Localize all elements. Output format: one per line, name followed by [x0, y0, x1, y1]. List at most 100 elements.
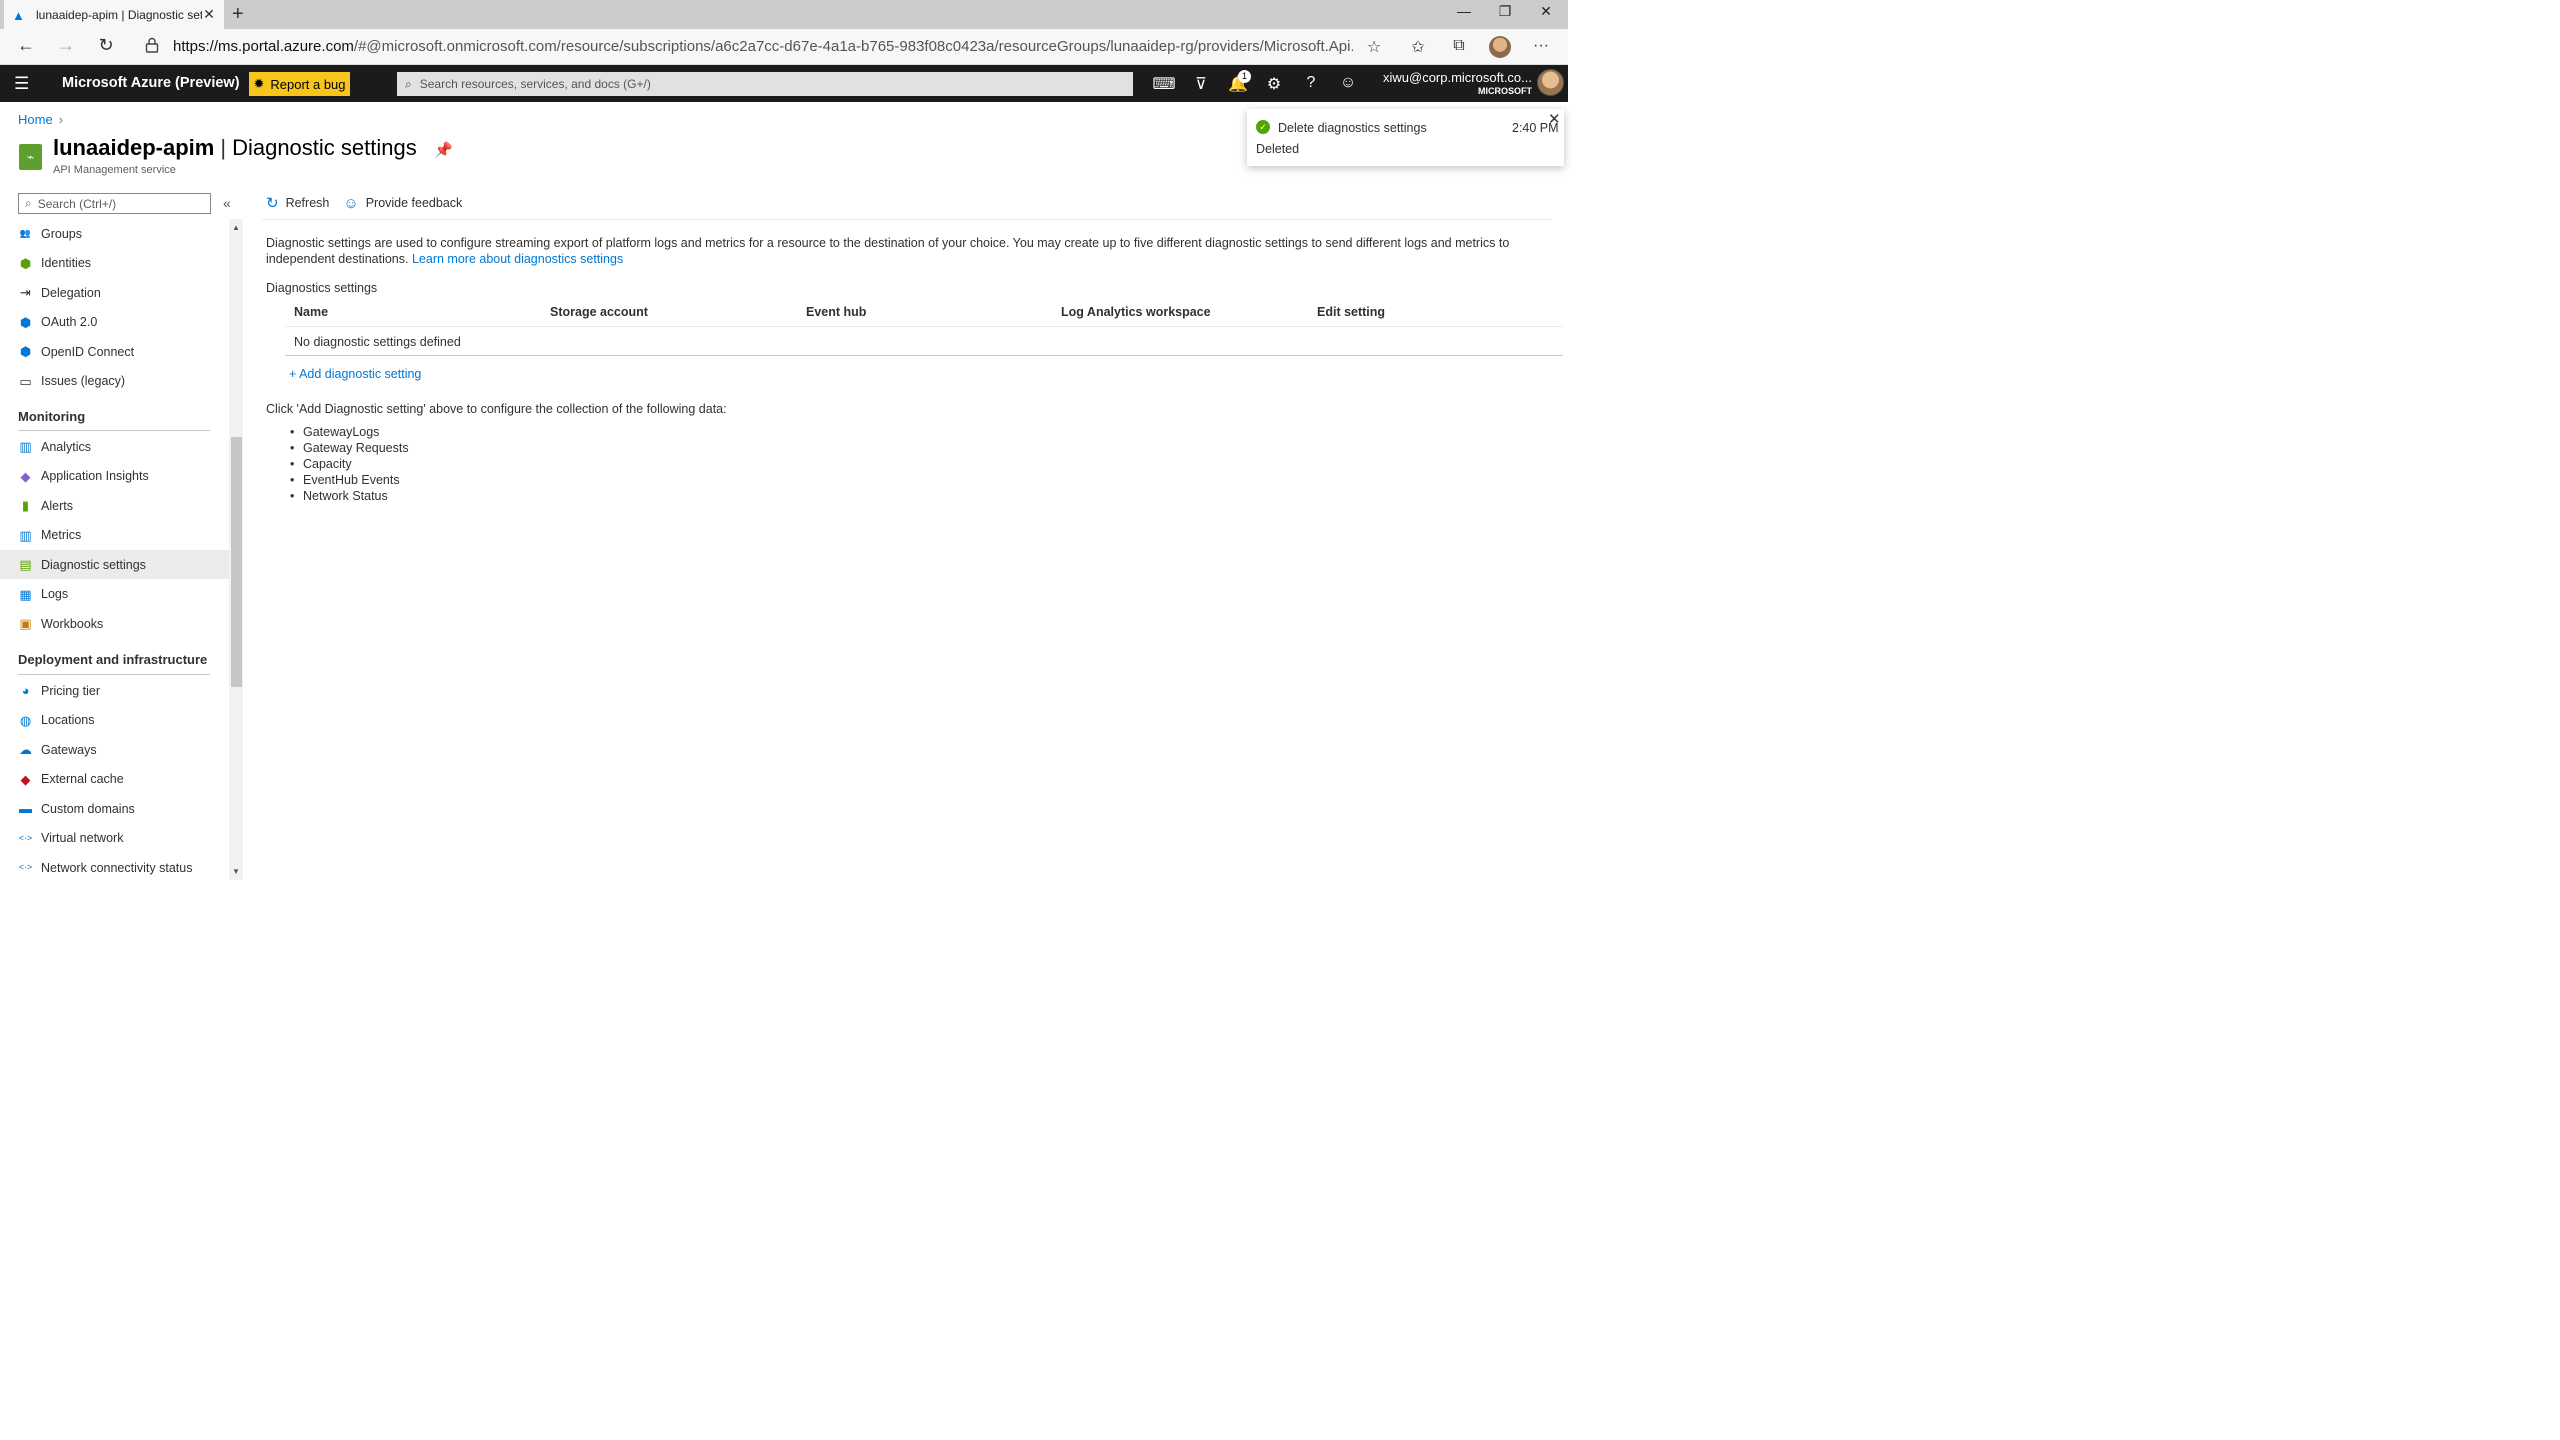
sidebar-scrollbar[interactable]: ▲ ▼	[229, 219, 243, 880]
cloud-icon: ☁	[19, 742, 32, 757]
column-header-storage-account: Storage account	[550, 305, 648, 319]
breadcrumb-home-link[interactable]: Home	[18, 112, 53, 127]
sidebar-search-input[interactable]: ⌕ Search (Ctrl+/)	[18, 193, 211, 214]
section-deployment: Deployment and infrastructure	[18, 652, 208, 667]
sidebar-item-openid-connect[interactable]: ⬢ OpenID Connect	[0, 337, 229, 366]
user-tenant: MICROSOFT	[1478, 86, 1532, 96]
sidebar-item-groups[interactable]: 👥 Groups	[0, 219, 229, 248]
scroll-down-icon[interactable]: ▼	[232, 867, 240, 876]
refresh-icon: ↻	[266, 195, 279, 212]
page-title: lunaaidep-apim | Diagnostic settings	[53, 135, 417, 161]
diagnostics-settings-label: Diagnostics settings	[266, 281, 378, 295]
feedback-smiley-icon[interactable]: ☺	[1336, 74, 1360, 92]
help-icon[interactable]: ?	[1299, 74, 1323, 92]
pin-icon[interactable]: 📌	[434, 141, 453, 159]
list-item: GatewayLogs	[290, 425, 409, 441]
learn-more-link[interactable]: Learn more about diagnostics settings	[412, 252, 623, 266]
forward-arrow-icon[interactable]: →	[54, 35, 78, 56]
favorite-star-icon[interactable]: ☆	[1363, 37, 1385, 57]
list-item: EventHub Events	[290, 473, 409, 489]
user-avatar[interactable]	[1537, 69, 1564, 96]
restore-icon[interactable]: ❐	[1490, 3, 1520, 20]
azure-top-bar: ☰ Microsoft Azure (Preview) ✹ Report a b…	[0, 65, 1568, 102]
back-arrow-icon[interactable]: ←	[14, 35, 38, 56]
alerts-icon: ▮	[21, 498, 30, 513]
minimize-icon[interactable]: —	[1449, 3, 1479, 19]
sidebar-item-label: Metrics	[41, 528, 82, 542]
delegation-icon: ⇥	[20, 285, 31, 300]
favorites-list-icon[interactable]: ✩	[1407, 37, 1429, 57]
sidebar-item-workbooks[interactable]: ▣ Workbooks	[0, 609, 229, 638]
sidebar-item-label: Pricing tier	[41, 683, 101, 698]
settings-gear-icon[interactable]: ⚙	[1262, 74, 1286, 94]
reload-icon[interactable]: ↻	[94, 35, 118, 56]
cloud-shell-icon[interactable]: ⌨	[1152, 74, 1176, 94]
tab-close-icon[interactable]: ✕	[202, 6, 216, 23]
column-header-log-analytics: Log Analytics workspace	[1061, 305, 1211, 319]
sidebar-item-alerts[interactable]: ▮ Alerts	[0, 491, 229, 520]
account-info[interactable]: xiwu@corp.microsoft.co... MICROSOFT	[1383, 70, 1532, 96]
sidebar-item-application-insights[interactable]: ◆ Application Insights	[0, 462, 229, 491]
portal-brand[interactable]: Microsoft Azure (Preview)	[62, 75, 240, 91]
sidebar-item-analytics[interactable]: ▥ Analytics	[0, 432, 229, 461]
browser-profile-avatar[interactable]	[1489, 36, 1511, 58]
sidebar-item-label: Virtual network	[41, 831, 124, 845]
sidebar-item-logs[interactable]: ▦ Logs	[0, 580, 229, 609]
new-tab-button[interactable]: +	[232, 3, 252, 26]
refresh-button[interactable]: ↻ Refresh	[266, 192, 329, 214]
toast-close-icon[interactable]: ✕	[1548, 110, 1561, 128]
sidebar-item-pricing-tier[interactable]: ◕ Pricing tier	[0, 676, 229, 705]
sidebar-item-issues-legacy[interactable]: ▭ Issues (legacy)	[0, 367, 229, 396]
cache-icon: ◆	[20, 771, 31, 787]
list-item: Gateway Requests	[290, 441, 409, 457]
sidebar-item-label: Identities	[41, 256, 92, 270]
search-icon: ⌕	[405, 76, 412, 91]
sidebar-item-virtual-network[interactable]: <·> Virtual network	[0, 824, 229, 853]
notification-count-badge: 1	[1238, 70, 1251, 83]
sidebar-item-label: Groups	[41, 226, 82, 241]
browser-tab[interactable]: ▲ lunaaidep-apim | Diagnostic setti ✕	[4, 0, 224, 29]
lock-icon[interactable]	[145, 37, 159, 53]
scrollbar-thumb[interactable]	[231, 437, 242, 687]
sidebar-item-delegation[interactable]: ⇥ Delegation	[0, 278, 229, 307]
provide-feedback-button[interactable]: ☺ Provide feedback	[343, 192, 462, 214]
collapse-sidebar-icon[interactable]: «	[223, 195, 231, 211]
sidebar-item-gateways[interactable]: ☁ Gateways	[0, 735, 229, 764]
sidebar-item-oauth-2-0[interactable]: ⬢ OAuth 2.0	[0, 308, 229, 337]
data-collection-list: GatewayLogs Gateway Requests Capacity Ev…	[290, 425, 409, 505]
close-window-icon[interactable]: ✕	[1531, 3, 1561, 20]
sidebar-item-metrics[interactable]: ▥ Metrics	[0, 521, 229, 550]
provide-feedback-label: Provide feedback	[365, 196, 463, 210]
app-insights-icon: ◆	[20, 468, 31, 484]
report-bug-button[interactable]: ✹ Report a bug	[249, 72, 350, 96]
directory-filter-icon[interactable]: ⊽	[1189, 74, 1213, 94]
title-separator: |	[220, 135, 227, 160]
more-options-icon[interactable]: ···	[1530, 37, 1552, 55]
empty-state-text: No diagnostic settings defined	[294, 335, 461, 349]
column-header-name: Name	[294, 305, 329, 319]
comment-icon: ▭	[19, 373, 32, 389]
shield-icon: ⬢	[19, 255, 32, 271]
collections-icon[interactable]: ⧉	[1448, 37, 1470, 55]
custom-domains-icon: ▬	[19, 801, 32, 816]
sidebar-item-network-connectivity-status[interactable]: <·> Network connectivity status	[0, 853, 229, 882]
section-monitoring: Monitoring	[18, 409, 86, 424]
list-item: Capacity	[290, 457, 409, 473]
report-bug-label: Report a bug	[270, 76, 346, 92]
notification-toast[interactable]: ✓ Delete diagnostics settings 2:40 PM ✕ …	[1247, 109, 1564, 166]
add-diagnostic-setting-link[interactable]: + Add diagnostic setting	[289, 367, 421, 381]
scroll-up-icon[interactable]: ▲	[232, 223, 240, 232]
sidebar-item-custom-domains[interactable]: ▬ Custom domains	[0, 794, 229, 823]
sidebar-item-label: External cache	[41, 772, 124, 786]
sidebar-item-label: Delegation	[41, 285, 101, 300]
command-bar-divider	[262, 219, 1552, 220]
command-bar: ↻ Refresh ☺ Provide feedback	[266, 192, 462, 214]
url-field[interactable]: https://ms.portal.azure.com/#@microsoft.…	[173, 38, 1353, 55]
sidebar-item-diagnostic-settings[interactable]: ▤ Diagnostic settings	[0, 550, 229, 579]
sidebar-item-identities[interactable]: ⬢ Identities	[0, 249, 229, 278]
global-search-input[interactable]: ⌕ Search resources, services, and docs (…	[397, 72, 1133, 96]
sidebar-item-locations[interactable]: ◍ Locations	[0, 706, 229, 735]
sidebar-item-label: OAuth 2.0	[41, 315, 98, 329]
hamburger-menu-icon[interactable]: ☰	[14, 74, 29, 94]
sidebar-item-external-cache[interactable]: ◆ External cache	[0, 765, 229, 794]
